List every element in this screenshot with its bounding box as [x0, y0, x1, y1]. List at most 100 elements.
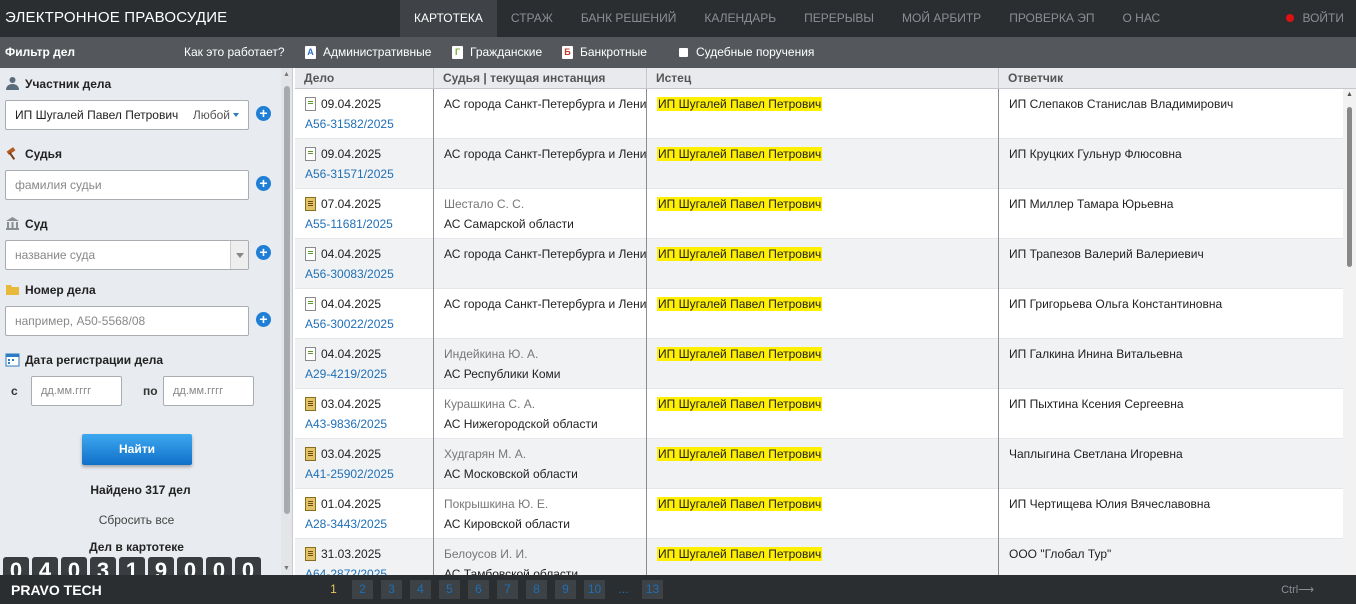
defendant-name[interactable]: ИП Слепаков Станислав Владимирович [1009, 97, 1233, 111]
login-link[interactable]: ВОЙТИ [1286, 0, 1344, 37]
table-row[interactable]: 31.03.2025 А64-2872/2025 Белоусов И. И. АС … [295, 539, 1343, 575]
category-court-orders[interactable]: Судебные поручения [679, 45, 814, 59]
case-number-link[interactable]: А56-30083/2025 [305, 267, 394, 281]
category-administrative[interactable]: А Административные [305, 45, 431, 59]
sidebar-scrollbar[interactable]: ▲ ▼ [281, 68, 292, 575]
page-link[interactable]: 10 [584, 580, 605, 599]
add-case-number-button[interactable]: + [256, 312, 271, 327]
date-from-input[interactable]: дд.мм.гггг [31, 376, 122, 406]
checkbox-icon[interactable] [679, 47, 688, 57]
table-row[interactable]: 03.04.2025 А43-9836/2025 Курашкина С. А. АС… [295, 389, 1343, 439]
plaintiff-name[interactable]: ИП Шугалей Павел Петрович [657, 97, 823, 111]
plaintiff-name[interactable]: ИП Шугалей Павел Петрович [657, 547, 823, 561]
defendant-name[interactable]: ИП Чертищева Юлия Вячеславовна [1009, 497, 1210, 511]
page-link[interactable]: 8 [526, 580, 547, 599]
nav-item-proverka-ep[interactable]: ПРОВЕРКА ЭП [995, 0, 1108, 37]
case-number-input[interactable]: например, А50-5568/08 [5, 306, 249, 336]
case-number-link[interactable]: А64-2872/2025 [305, 567, 387, 575]
judge-name[interactable]: Курашкина С. А. [444, 397, 535, 411]
judge-name[interactable]: Покрышкина Ю. Е. [444, 497, 548, 511]
court-input[interactable]: название суда [5, 240, 249, 270]
page-link[interactable]: 7 [497, 580, 518, 599]
nav-item-pereryvy[interactable]: ПЕРЕРЫВЫ [790, 0, 888, 37]
nav-item-about[interactable]: О НАС [1108, 0, 1174, 37]
defendant-name[interactable]: ООО "Глобал Тур" [1009, 547, 1111, 561]
category-civil[interactable]: Г Гражданские [452, 45, 542, 59]
case-number-link[interactable]: А56-31571/2025 [305, 167, 394, 181]
plaintiff-name[interactable]: ИП Шугалей Павел Петрович [657, 197, 823, 211]
page-link[interactable]: 9 [555, 580, 576, 599]
plaintiff-name[interactable]: ИП Шугалей Павел Петрович [657, 397, 823, 411]
case-number-link[interactable]: А56-31582/2025 [305, 117, 394, 131]
scroll-down-icon[interactable]: ▼ [283, 565, 290, 572]
page-link[interactable]: 4 [410, 580, 431, 599]
add-participant-button[interactable]: + [256, 106, 271, 121]
table-row[interactable]: 03.04.2025 А41-25902/2025 Худгарян М. А. АС… [295, 439, 1343, 489]
page-link[interactable]: 5 [439, 580, 460, 599]
case-number-link[interactable]: А29-4219/2025 [305, 367, 387, 381]
page-link[interactable]: 3 [381, 580, 402, 599]
nav-item-kartoteka[interactable]: КАРТОТЕКА [400, 0, 497, 37]
participant-input[interactable]: ИП Шугалей Павел Петрович Любой [5, 100, 249, 130]
header-defendant[interactable]: Ответчик [998, 68, 1063, 89]
table-row[interactable]: 01.04.2025 А28-3443/2025 Покрышкина Ю. Е. А… [295, 489, 1343, 539]
find-button[interactable]: Найти [82, 434, 192, 465]
header-judge[interactable]: Судья | текущая инстанция [433, 68, 605, 89]
scroll-up-icon[interactable]: ▲ [1346, 91, 1353, 98]
table-row[interactable]: 07.04.2025 А55-11681/2025 Шестало С. С. АС … [295, 189, 1343, 239]
judge-name[interactable]: Худгарян М. А. [444, 447, 526, 461]
defendant-name[interactable]: Чаплыгина Светлана Игоревна [1009, 447, 1183, 461]
nav-item-strazh[interactable]: СТРАЖ [497, 0, 567, 37]
page-link[interactable]: 6 [468, 580, 489, 599]
defendant-name[interactable]: ИП Миллер Тамара Юрьевна [1009, 197, 1173, 211]
table-row[interactable]: 09.04.2025 А56-31582/2025 АС города Санкт-… [295, 89, 1343, 139]
case-number-link[interactable]: А43-9836/2025 [305, 417, 387, 431]
defendant-name[interactable]: ИП Григорьева Ольга Константиновна [1009, 297, 1222, 311]
table-row[interactable]: 09.04.2025 А56-31571/2025 АС города Санкт-… [295, 139, 1343, 189]
defendant-name[interactable]: ИП Круцких Гульнур Флюсовна [1009, 147, 1182, 161]
add-judge-button[interactable]: + [256, 176, 271, 191]
table-row[interactable]: 04.04.2025 А56-30083/2025 АС города Санкт-… [295, 239, 1343, 289]
table-scroll-thumb[interactable] [1347, 107, 1352, 267]
judge-name[interactable]: Индейкина Ю. А. [444, 347, 538, 361]
plaintiff-name[interactable]: ИП Шугалей Павел Петрович [657, 247, 823, 261]
pravo-tech-logo[interactable]: PRAVO TECH [11, 582, 102, 598]
table-row[interactable]: 04.04.2025 А29-4219/2025 Индейкина Ю. А. АС… [295, 339, 1343, 389]
header-plaintiff[interactable]: Истец [646, 68, 691, 89]
court-dropdown-button[interactable] [230, 241, 248, 269]
defendant-name[interactable]: ИП Пыхтина Ксения Сергеевна [1009, 397, 1184, 411]
page-link[interactable]: 2 [352, 580, 373, 599]
brand-logo[interactable]: ЭЛЕКТРОННОЕ ПРАВОСУДИЕ [5, 9, 227, 26]
participant-role-select[interactable]: Любой [193, 101, 239, 129]
category-bankruptcy[interactable]: Б Банкротные [562, 45, 647, 59]
judge-input[interactable]: фамилия судьи [5, 170, 249, 200]
nav-item-moy-arbitr[interactable]: МОЙ АРБИТР [888, 0, 995, 37]
page-link[interactable]: 1 [323, 580, 344, 599]
judge-name[interactable]: Шестало С. С. [444, 197, 524, 211]
case-number-link[interactable]: А41-25902/2025 [305, 467, 394, 481]
case-number-link[interactable]: А55-11681/2025 [305, 217, 393, 231]
plaintiff-name[interactable]: ИП Шугалей Павел Петрович [657, 147, 823, 161]
plaintiff-name[interactable]: ИП Шугалей Павел Петрович [657, 497, 823, 511]
date-to-input[interactable]: дд.мм.гггг [163, 376, 254, 406]
case-number-link[interactable]: А28-3443/2025 [305, 517, 387, 531]
judge-name[interactable]: Белоусов И. И. [444, 547, 527, 561]
table-row[interactable]: 04.04.2025 А56-30022/2025 АС города Санкт-… [295, 289, 1343, 339]
page-ellipsis[interactable]: ... [613, 580, 634, 599]
defendant-name[interactable]: ИП Галкина Инина Витальевна [1009, 347, 1183, 361]
scroll-up-icon[interactable]: ▲ [283, 71, 290, 78]
nav-item-bank-resheniy[interactable]: БАНК РЕШЕНИЙ [567, 0, 691, 37]
sidebar-scroll-thumb[interactable] [284, 86, 290, 514]
plaintiff-name[interactable]: ИП Шугалей Павел Петрович [657, 347, 823, 361]
how-it-works-link[interactable]: Как это работает? [184, 45, 285, 59]
plaintiff-name[interactable]: ИП Шугалей Павел Петрович [657, 297, 823, 311]
defendant-name[interactable]: ИП Трапезов Валерий Валериевич [1009, 247, 1204, 261]
add-court-button[interactable]: + [256, 245, 271, 260]
case-number-link[interactable]: А56-30022/2025 [305, 317, 394, 331]
nav-item-calendar[interactable]: КАЛЕНДАРЬ [690, 0, 790, 37]
header-case[interactable]: Дело [295, 68, 334, 89]
table-scrollbar[interactable]: ▲ [1343, 89, 1356, 575]
reset-all-link[interactable]: Сбросить все [0, 513, 273, 527]
plaintiff-name[interactable]: ИП Шугалей Павел Петрович [657, 447, 823, 461]
page-link[interactable]: 13 [642, 580, 663, 599]
